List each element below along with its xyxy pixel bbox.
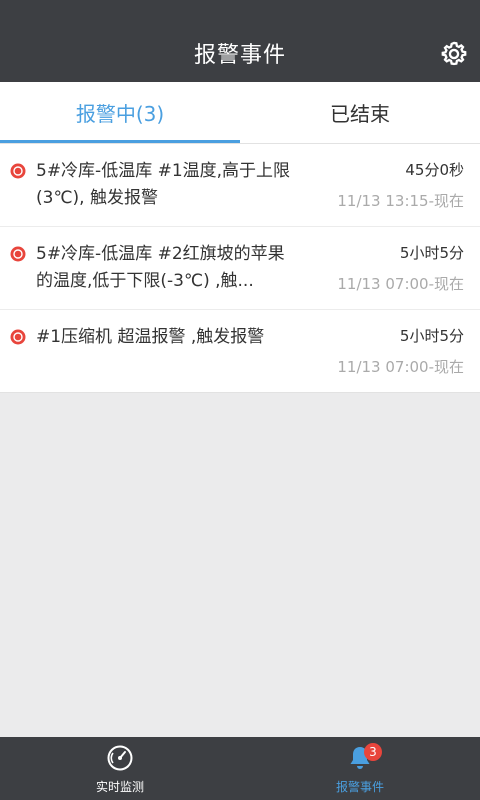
alarm-description: 5#冷库-低温库 #1温度,高于上限(3℃), 触发报警 xyxy=(36,161,291,208)
list-item[interactable]: 5#冷库-低温库 #2红旗坡的苹果的温度,低于下限(-3℃) ,触... 5小时… xyxy=(0,227,480,310)
alarm-duration: 5小时5分 xyxy=(399,327,464,345)
tab-bar: 报警中(3) 已结束 xyxy=(0,82,480,144)
notification-badge: 3 xyxy=(364,743,382,761)
nav-alarm-events[interactable]: 3 报警事件 xyxy=(240,737,480,800)
tab-ended-alarms[interactable]: 已结束 xyxy=(240,82,480,143)
alarm-description: #1压缩机 超温报警 ,触发报警 xyxy=(36,327,265,347)
page-title: 报警事件 xyxy=(193,43,286,68)
alarm-description: 5#冷库-低温库 #2红旗坡的苹果的温度,低于下限(-3℃) ,触... xyxy=(36,244,285,291)
tab-active-alarms[interactable]: 报警中(3) xyxy=(0,82,240,143)
list-item[interactable]: #1压缩机 超温报警 ,触发报警 5小时5分 11/13 07:00-现在 xyxy=(0,310,480,392)
alarm-duration: 5小时5分 xyxy=(399,244,464,262)
alarm-dot-icon xyxy=(10,329,26,345)
alarm-list: 5#冷库-低温库 #1温度,高于上限(3℃), 触发报警 45分0秒 11/13… xyxy=(0,144,480,393)
gear-icon[interactable] xyxy=(440,40,468,68)
bottom-nav: 实时监测 3 报警事件 xyxy=(0,737,480,800)
app-header: 报警事件 xyxy=(0,0,480,82)
speedometer-icon xyxy=(107,745,133,771)
list-item[interactable]: 5#冷库-低温库 #1温度,高于上限(3℃), 触发报警 45分0秒 11/13… xyxy=(0,144,480,227)
nav-label: 实时监测 xyxy=(95,780,144,794)
nav-label: 报警事件 xyxy=(335,780,384,794)
alarm-time: 11/13 07:00-现在 xyxy=(337,275,464,293)
alarm-time: 11/13 07:00-现在 xyxy=(337,358,464,376)
alarm-dot-icon xyxy=(10,163,26,179)
nav-realtime-monitor[interactable]: 实时监测 xyxy=(0,737,240,800)
alarm-dot-icon xyxy=(10,246,26,262)
alarm-time: 11/13 13:15-现在 xyxy=(337,192,464,210)
alarm-duration: 45分0秒 xyxy=(405,161,464,179)
